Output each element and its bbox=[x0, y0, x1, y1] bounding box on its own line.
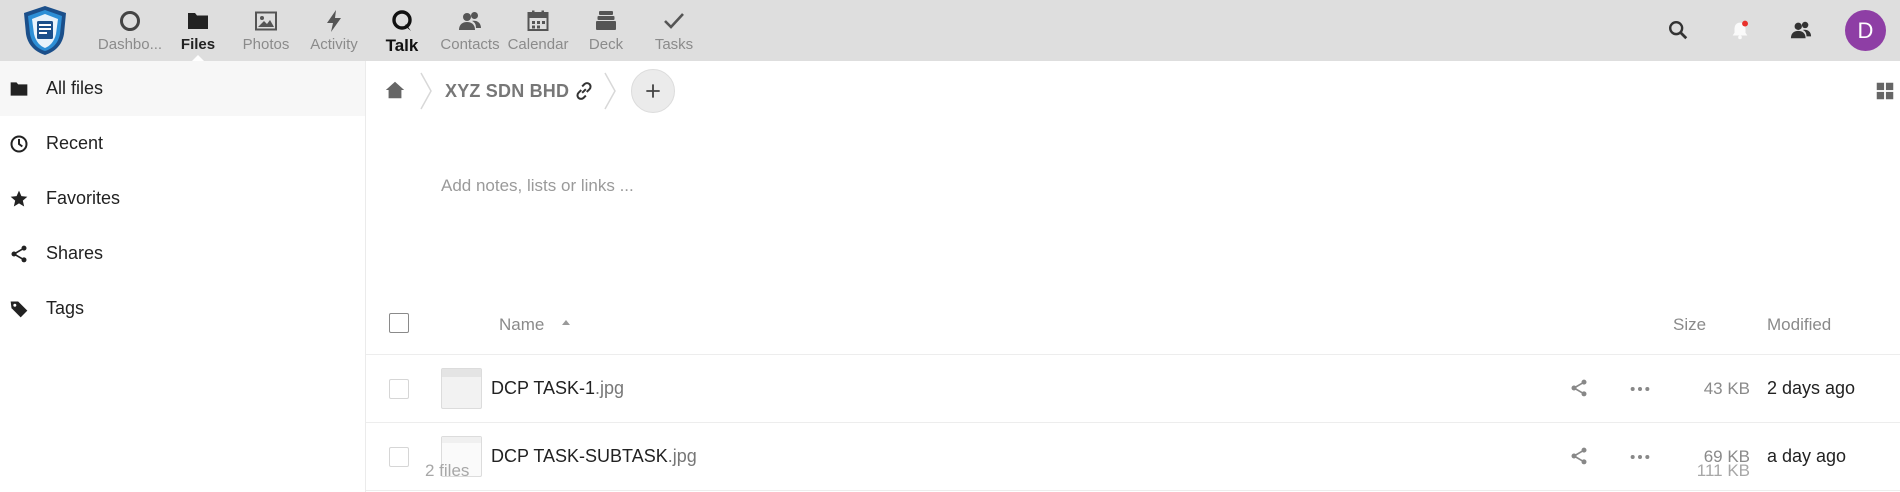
share-icon[interactable] bbox=[1569, 378, 1591, 400]
sidebar-item-label: Favorites bbox=[46, 188, 121, 208]
rich-workspace-notes[interactable]: Add notes, lists or links ... bbox=[441, 176, 634, 196]
app-photos[interactable]: Photos bbox=[232, 0, 300, 61]
sidebar: All files Recent Favorites Shares Tags bbox=[0, 61, 366, 492]
sidebar-item-favorites[interactable]: Favorites bbox=[0, 171, 365, 226]
app-label-contacts: Contacts bbox=[440, 36, 500, 53]
app-files[interactable]: Files bbox=[164, 0, 232, 61]
table-row[interactable]: DCP TASK-1.jpg 43 KB 2 days ago bbox=[366, 355, 1900, 423]
sidebar-item-tags[interactable]: Tags bbox=[0, 281, 365, 336]
app-label-dashboard: Dashbo... bbox=[97, 36, 163, 53]
file-list-area: XYZ SDN BHD Add notes, lists or links ..… bbox=[366, 61, 1900, 492]
app-label-deck: Deck bbox=[588, 36, 624, 53]
file-basename: DCP TASK-SUBTASK bbox=[491, 446, 668, 466]
search-icon[interactable] bbox=[1665, 17, 1691, 43]
summary-file-count: 2 files bbox=[425, 461, 470, 480]
sidebar-item-label: Shares bbox=[46, 243, 104, 263]
image-icon bbox=[253, 8, 279, 34]
file-thumbnail[interactable] bbox=[441, 368, 482, 409]
contacts-menu-icon[interactable] bbox=[1788, 17, 1814, 43]
app-activity[interactable]: Activity bbox=[300, 0, 368, 61]
file-name[interactable]: DCP TASK-1.jpg bbox=[491, 378, 624, 399]
calendar-icon bbox=[525, 8, 551, 34]
top-bar: Dashbo... Files Photos Activity Talk Con… bbox=[0, 0, 1900, 61]
app-menu: Dashbo... Files Photos Activity Talk Con… bbox=[96, 0, 708, 61]
app-label-activity: Activity bbox=[310, 36, 358, 53]
app-dashboard[interactable]: Dashbo... bbox=[96, 0, 164, 61]
column-header-modified[interactable]: Modified bbox=[1767, 315, 1831, 335]
app-talk[interactable]: Talk bbox=[368, 0, 436, 61]
breadcrumb-current-folder[interactable]: XYZ SDN BHD bbox=[445, 81, 569, 102]
app-label-talk: Talk bbox=[385, 36, 419, 55]
new-button[interactable] bbox=[631, 69, 675, 113]
breadcrumb: XYZ SDN BHD bbox=[366, 61, 1900, 121]
file-extension: .jpg bbox=[667, 446, 697, 466]
sidebar-item-label: Tags bbox=[46, 298, 85, 318]
link-icon[interactable] bbox=[573, 80, 595, 102]
user-avatar[interactable]: D bbox=[1845, 10, 1886, 51]
sidebar-item-shares[interactable]: Shares bbox=[0, 226, 365, 281]
app-label-photos: Photos bbox=[242, 36, 290, 53]
tag-icon bbox=[8, 298, 30, 320]
select-all-checkbox[interactable] bbox=[389, 313, 409, 333]
row-select-checkbox[interactable] bbox=[389, 447, 409, 467]
file-extension: .jpg bbox=[595, 378, 625, 398]
more-actions-icon[interactable] bbox=[1629, 378, 1651, 400]
app-label-tasks: Tasks bbox=[654, 36, 694, 53]
app-deck[interactable]: Deck bbox=[572, 0, 640, 61]
app-label-calendar: Calendar bbox=[507, 36, 569, 53]
star-icon bbox=[8, 188, 30, 210]
table-header: Name Size Modified bbox=[366, 293, 1900, 355]
talk-icon bbox=[389, 8, 415, 34]
app-label-files: Files bbox=[180, 36, 216, 53]
thumbnail-header-bar bbox=[442, 369, 481, 377]
column-header-name[interactable]: Name bbox=[499, 315, 544, 335]
checkmark-icon bbox=[661, 8, 687, 34]
sidebar-item-label: All files bbox=[46, 78, 104, 98]
plus-icon bbox=[646, 84, 660, 98]
app-calendar[interactable]: Calendar bbox=[504, 0, 572, 61]
file-modified: 2 days ago bbox=[1767, 378, 1856, 398]
file-name[interactable]: DCP TASK-SUBTASK.jpg bbox=[491, 446, 697, 467]
share-icon[interactable] bbox=[1569, 446, 1591, 468]
breadcrumb-separator-icon bbox=[420, 72, 432, 110]
grid-view-icon[interactable] bbox=[1874, 80, 1896, 102]
sidebar-item-label: Recent bbox=[46, 133, 104, 153]
contacts-icon bbox=[457, 8, 483, 34]
summary-total-size: 111 KB bbox=[1696, 461, 1750, 480]
column-header-size[interactable]: Size bbox=[1673, 315, 1706, 335]
home-icon[interactable] bbox=[384, 79, 406, 101]
app-tasks[interactable]: Tasks bbox=[640, 0, 708, 61]
breadcrumb-separator-icon bbox=[604, 72, 616, 110]
deck-icon bbox=[593, 8, 619, 34]
sidebar-item-recent[interactable]: Recent bbox=[0, 116, 365, 171]
clock-icon bbox=[8, 133, 30, 155]
notifications-icon[interactable] bbox=[1727, 17, 1753, 43]
more-actions-icon[interactable] bbox=[1629, 446, 1651, 468]
share-icon bbox=[8, 243, 30, 265]
app-logo-icon[interactable] bbox=[18, 4, 72, 56]
row-select-checkbox[interactable] bbox=[389, 379, 409, 399]
sort-ascending-icon bbox=[562, 320, 570, 325]
file-modified: a day ago bbox=[1767, 446, 1847, 466]
folder-icon bbox=[185, 8, 211, 34]
sidebar-item-all-files[interactable]: All files bbox=[0, 61, 365, 116]
app-contacts[interactable]: Contacts bbox=[436, 0, 504, 61]
file-basename: DCP TASK-1 bbox=[491, 378, 596, 398]
dashboard-icon bbox=[117, 8, 143, 34]
folder-icon bbox=[8, 78, 30, 100]
lightning-icon bbox=[321, 8, 347, 34]
thumbnail-header-bar bbox=[442, 437, 481, 443]
file-size: 43 KB bbox=[1703, 379, 1750, 398]
table-row[interactable]: DCP TASK-SUBTASK.jpg 69 KB a day ago bbox=[366, 423, 1900, 491]
